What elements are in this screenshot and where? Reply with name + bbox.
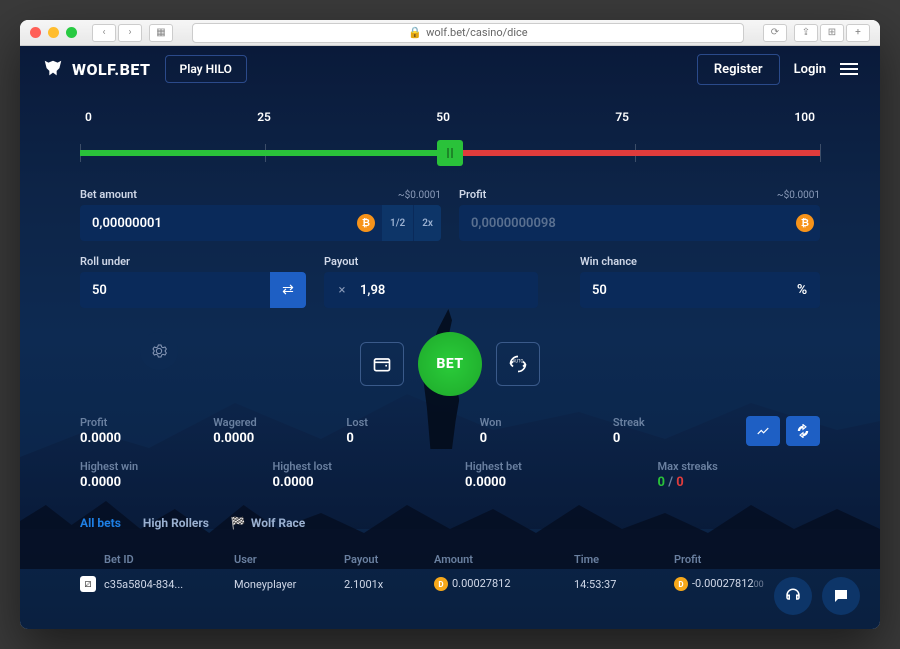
window-close[interactable] <box>30 27 41 38</box>
highbet-label: Highest bet <box>465 460 628 473</box>
stat-won-value: 0 <box>480 431 583 446</box>
gear-icon <box>151 343 167 359</box>
highlost-label: Highest lost <box>273 460 436 473</box>
nav-reload[interactable]: ⟳ <box>763 24 787 42</box>
nav-newtab[interactable]: + <box>846 24 870 42</box>
highlost-value: 0.0000 <box>273 475 436 490</box>
doge-icon: D <box>674 577 688 591</box>
stat-streak-value: 0 <box>613 431 716 446</box>
double-button[interactable]: 2x <box>413 205 441 241</box>
swap-icon[interactable]: ⇄ <box>270 272 306 308</box>
maxstreaks-label: Max streaks <box>658 460 821 473</box>
play-hilo-button[interactable]: Play HILO <box>165 55 247 83</box>
cell-amount: D0.00027812 <box>434 577 574 591</box>
btc-icon: ₿ <box>796 214 814 232</box>
cell-user: Moneyplayer <box>234 578 344 591</box>
nav-back[interactable]: ‹ <box>92 24 116 42</box>
stat-wagered-value: 0.0000 <box>213 431 316 446</box>
table-row[interactable]: ⚂ c35a5804-834... Moneyplayer 2.1001x D0… <box>80 570 820 598</box>
lock-icon: 🔒 <box>408 26 422 39</box>
nav-sidebar[interactable]: ▦ <box>149 24 173 42</box>
stat-streak-label: Streak <box>613 416 716 429</box>
refresh-icon <box>796 424 810 438</box>
window-zoom[interactable] <box>66 27 77 38</box>
cell-payout: 2.1001x <box>344 578 434 591</box>
roll-under-label: Roll under <box>80 255 306 268</box>
payout-label: Payout <box>324 255 538 268</box>
stat-profit-label: Profit <box>80 416 183 429</box>
multiply-icon: × <box>324 272 360 308</box>
url-bar[interactable]: 🔒 wolf.bet/casino/dice <box>192 23 744 43</box>
login-link[interactable]: Login <box>794 62 826 77</box>
stat-profit-value: 0.0000 <box>80 431 183 446</box>
wallet-icon <box>372 354 392 374</box>
slider-handle[interactable] <box>437 140 463 166</box>
auto-button[interactable]: AUTO <box>496 342 540 386</box>
tab-all-bets[interactable]: All bets <box>80 516 121 530</box>
wolf-icon <box>42 58 64 80</box>
stat-wagered-label: Wagered <box>213 416 316 429</box>
cell-betid: c35a5804-834... <box>104 578 234 591</box>
bet-button[interactable]: BET <box>418 332 482 396</box>
menu-icon[interactable] <box>840 63 858 75</box>
chart-icon <box>756 424 770 438</box>
half-button[interactable]: 1/2 <box>381 205 413 241</box>
doge-icon: D <box>434 577 448 591</box>
stat-lost-label: Lost <box>346 416 449 429</box>
nav-forward[interactable]: › <box>118 24 142 42</box>
chat-button[interactable] <box>822 577 860 615</box>
svg-text:AUTO: AUTO <box>513 359 524 364</box>
profit-hint: ~$0.0001 <box>777 190 820 201</box>
auto-icon: AUTO <box>508 354 528 374</box>
btc-icon: ₿ <box>357 214 375 232</box>
brand-logo[interactable]: WOLF.BET <box>42 58 151 80</box>
stat-won-label: Won <box>480 416 583 429</box>
refresh-button[interactable] <box>786 416 820 446</box>
table-header: Bet ID User Payout Amount Time Profit <box>80 549 820 570</box>
window-minimize[interactable] <box>48 27 59 38</box>
winchance-label: Win chance <box>580 255 820 268</box>
bet-amount-input[interactable] <box>80 205 357 241</box>
highwin-value: 0.0000 <box>80 475 243 490</box>
wallet-button[interactable] <box>360 342 404 386</box>
headset-icon <box>784 587 802 605</box>
nav-share[interactable]: ⇪ <box>794 24 818 42</box>
maxstreaks-value: 0 / 0 <box>658 475 821 490</box>
brand-text: WOLF.BET <box>72 60 151 79</box>
url-text: wolf.bet/casino/dice <box>426 26 528 39</box>
nav-tabs[interactable]: ⊞ <box>820 24 844 42</box>
winchance-input[interactable] <box>580 272 784 308</box>
support-button[interactable] <box>774 577 812 615</box>
stat-lost-value: 0 <box>346 431 449 446</box>
dice-icon: ⚂ <box>80 576 96 592</box>
register-button[interactable]: Register <box>697 54 780 85</box>
percent-icon: % <box>784 272 820 308</box>
browser-titlebar: ‹ › ▦ 🔒 wolf.bet/casino/dice ⟳ ⇪ ⊞ + <box>20 20 880 46</box>
profit-label: Profit <box>459 188 486 201</box>
roll-under-input[interactable] <box>80 272 270 308</box>
bet-amount-hint: ~$0.0001 <box>398 190 441 201</box>
tab-high-rollers[interactable]: High Rollers <box>143 516 209 530</box>
highwin-label: Highest win <box>80 460 243 473</box>
settings-button[interactable] <box>140 332 178 370</box>
chart-button[interactable] <box>746 416 780 446</box>
slider-labels: 0 25 50 75 100 <box>80 110 820 124</box>
chat-icon <box>832 587 850 605</box>
highbet-value: 0.0000 <box>465 475 628 490</box>
flag-icon: 🏁 <box>231 516 246 530</box>
payout-input[interactable] <box>360 272 538 308</box>
dice-slider[interactable] <box>80 134 820 174</box>
tab-wolf-race[interactable]: 🏁Wolf Race <box>231 516 305 530</box>
bet-amount-label: Bet amount <box>80 188 137 201</box>
profit-input[interactable] <box>459 205 796 241</box>
cell-time: 14:53:37 <box>574 578 674 591</box>
